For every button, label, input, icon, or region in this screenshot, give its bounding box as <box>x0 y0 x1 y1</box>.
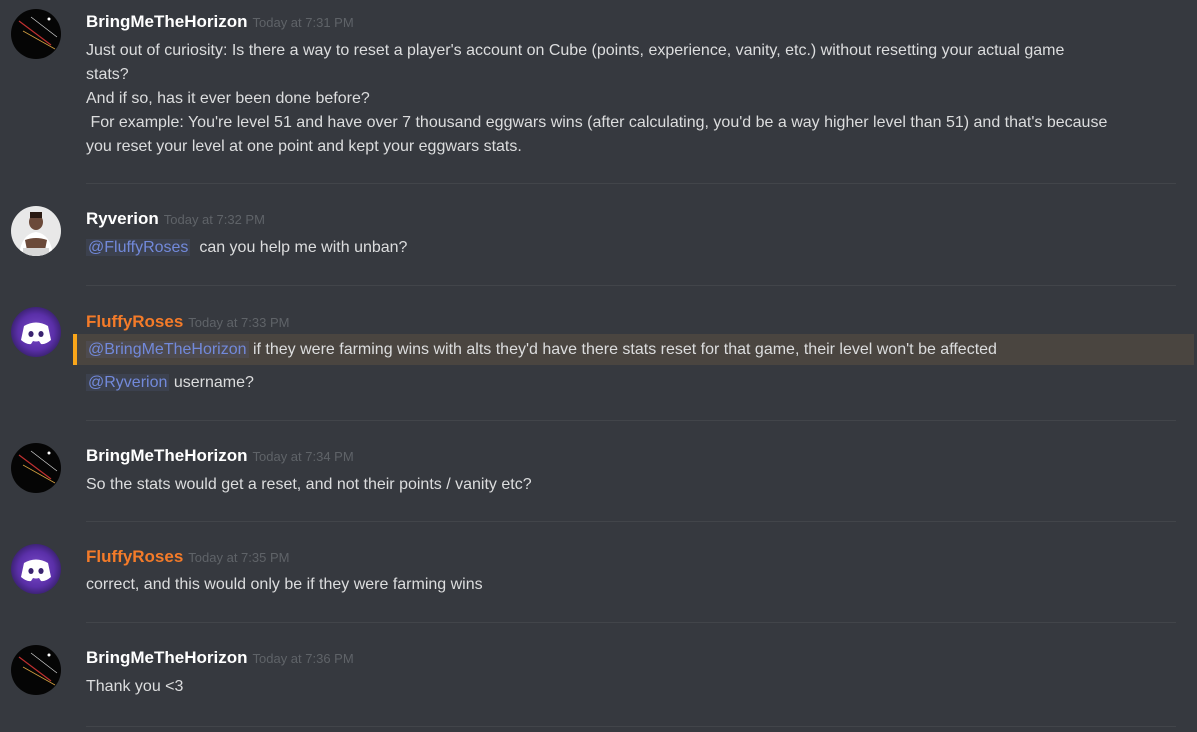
dark-streak-avatar-icon <box>11 443 61 493</box>
message-text: For example: You're level 51 and have ov… <box>86 114 1108 131</box>
dark-streak-avatar-icon <box>11 645 61 695</box>
message-divider <box>86 285 1176 286</box>
message-text: you reset your level at one point and ke… <box>86 138 522 155</box>
timestamp[interactable]: Today at 7:34 PM <box>253 449 354 464</box>
discord-logo-avatar-icon <box>11 307 61 357</box>
author-name[interactable]: Ryverion <box>86 209 159 228</box>
author-name[interactable]: BringMeTheHorizon <box>86 446 248 465</box>
message-divider <box>86 521 1176 522</box>
author-name[interactable]: BringMeTheHorizon <box>86 648 248 667</box>
message-header: BringMeTheHorizon Today at 7:34 PM <box>86 446 354 466</box>
avatar[interactable] <box>11 206 61 256</box>
dark-streak-avatar-icon <box>11 9 61 59</box>
message-header: BringMeTheHorizon Today at 7:31 PM <box>86 12 354 32</box>
message-body: username? <box>173 374 254 391</box>
author-name[interactable]: FluffyRoses <box>86 547 183 566</box>
message-header: BringMeTheHorizon Today at 7:36 PM <box>86 648 354 668</box>
avatar[interactable] <box>11 443 61 493</box>
message-text: Thank you <3 <box>86 678 184 695</box>
avatar[interactable] <box>11 544 61 594</box>
message-text: correct, and this would only be if they … <box>86 576 483 593</box>
message-text: And if so, has it ever been done before? <box>86 90 370 107</box>
message-body: if they were farming wins with alts they… <box>252 341 997 358</box>
message-divider <box>86 726 1176 727</box>
message-divider <box>86 420 1176 421</box>
user-mention[interactable]: @BringMeTheHorizon <box>86 341 249 358</box>
discord-logo-avatar-icon <box>11 544 61 594</box>
message-divider <box>86 183 1176 184</box>
message-text: So the stats would get a reset, and not … <box>86 476 532 493</box>
message-text: stats? <box>86 66 129 83</box>
timestamp[interactable]: Today at 7:36 PM <box>253 651 354 666</box>
message-text: @BringMeTheHorizon if they were farming … <box>86 338 997 362</box>
message-divider <box>86 622 1176 623</box>
message-header: Ryverion Today at 7:32 PM <box>86 209 265 229</box>
message-text: @FluffyRoses can you help me with unban? <box>86 236 407 260</box>
message-text: @Ryverion username? <box>86 371 254 395</box>
author-name[interactable]: BringMeTheHorizon <box>86 12 248 31</box>
message-text: Just out of curiosity: Is there a way to… <box>86 42 1065 59</box>
chat-messages: BringMeTheHorizon Today at 7:31 PM Just o… <box>0 0 1197 732</box>
avatar[interactable] <box>11 307 61 357</box>
timestamp[interactable]: Today at 7:35 PM <box>188 550 289 565</box>
user-mention[interactable]: @FluffyRoses <box>86 239 191 256</box>
message-body: can you help me with unban? <box>199 239 408 256</box>
message-header: FluffyRoses Today at 7:35 PM <box>86 547 289 567</box>
timestamp[interactable]: Today at 7:32 PM <box>164 212 265 227</box>
avatar[interactable] <box>11 645 61 695</box>
photo-avatar-icon <box>11 206 61 256</box>
timestamp[interactable]: Today at 7:31 PM <box>253 15 354 30</box>
author-name[interactable]: FluffyRoses <box>86 312 183 331</box>
message-header: FluffyRoses Today at 7:33 PM <box>86 312 289 332</box>
user-mention[interactable]: @Ryverion <box>86 374 170 391</box>
avatar[interactable] <box>11 9 61 59</box>
timestamp[interactable]: Today at 7:33 PM <box>188 315 289 330</box>
